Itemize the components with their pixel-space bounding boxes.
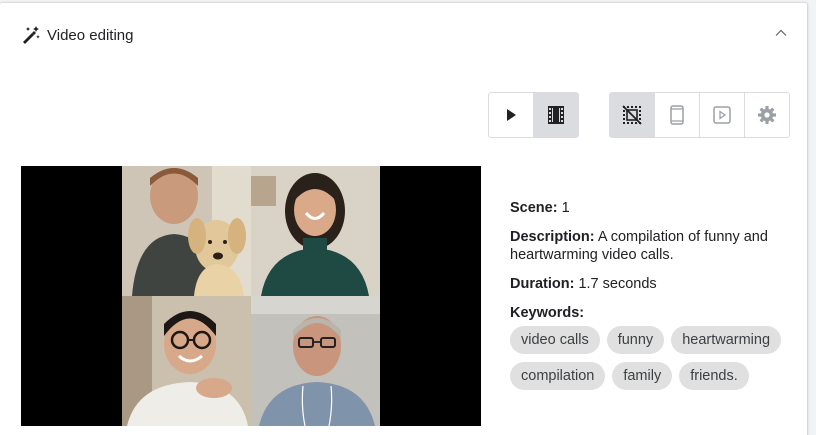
- video-editing-panel: Video editing Scene: 1 Description: A co…: [0, 3, 807, 435]
- keyword-chip[interactable]: friends.: [679, 362, 749, 390]
- keyword-chip[interactable]: funny: [606, 326, 665, 354]
- scene-label: Scene:: [510, 200, 558, 216]
- play-icon: [507, 109, 516, 121]
- video-tile-man-glasses: [122, 296, 251, 426]
- duration-value: 1.7 seconds: [578, 276, 657, 292]
- keyword-chip[interactable]: heartwarming: [671, 326, 782, 354]
- settings-button[interactable]: [745, 93, 789, 137]
- grid-off-button[interactable]: [610, 93, 655, 137]
- video-frame-icon: [713, 106, 731, 124]
- keyword-chips: video calls funny heartwarming compilati…: [510, 326, 795, 390]
- keywords-row: Keywords:: [510, 304, 795, 322]
- panel-title: Video editing: [47, 26, 134, 44]
- video-tile-older-man: [251, 296, 380, 426]
- scene-value: 1: [561, 200, 570, 216]
- duration-row: Duration: 1.7 seconds: [510, 275, 795, 293]
- keyword-chip[interactable]: compilation: [510, 362, 606, 390]
- film-icon: [548, 106, 564, 124]
- chevron-up-icon: [775, 29, 787, 36]
- keyword-chip[interactable]: video calls: [510, 326, 600, 354]
- phone-view-button[interactable]: [655, 93, 700, 137]
- description-row: Description: A compilation of funny and …: [510, 228, 795, 264]
- video-preview[interactable]: [21, 166, 481, 426]
- keywords-label: Keywords:: [510, 305, 585, 321]
- video-tile-man-with-dog: [122, 166, 251, 296]
- page: Video editing Scene: 1 Description: A co…: [0, 0, 816, 435]
- video-tile-woman: [251, 166, 380, 296]
- video-call-grid: [122, 166, 380, 426]
- description-label: Description:: [510, 229, 595, 245]
- playback-toggle-group: [488, 92, 579, 138]
- view-toggle-group: [609, 92, 790, 138]
- panel-header: Video editing: [21, 23, 133, 47]
- gear-icon: [758, 106, 776, 124]
- phone-icon: [670, 105, 684, 125]
- collapse-button[interactable]: [771, 23, 791, 43]
- play-button[interactable]: [489, 93, 534, 137]
- duration-label: Duration:: [510, 276, 575, 292]
- scene-row: Scene: 1: [510, 199, 795, 217]
- keyword-chip[interactable]: family: [612, 362, 673, 390]
- grid-off-icon: [622, 105, 642, 125]
- scene-details: Scene: 1 Description: A compilation of f…: [510, 199, 795, 390]
- magic-wand-icon: [21, 25, 41, 45]
- film-button[interactable]: [534, 93, 578, 137]
- video-frame-button[interactable]: [700, 93, 745, 137]
